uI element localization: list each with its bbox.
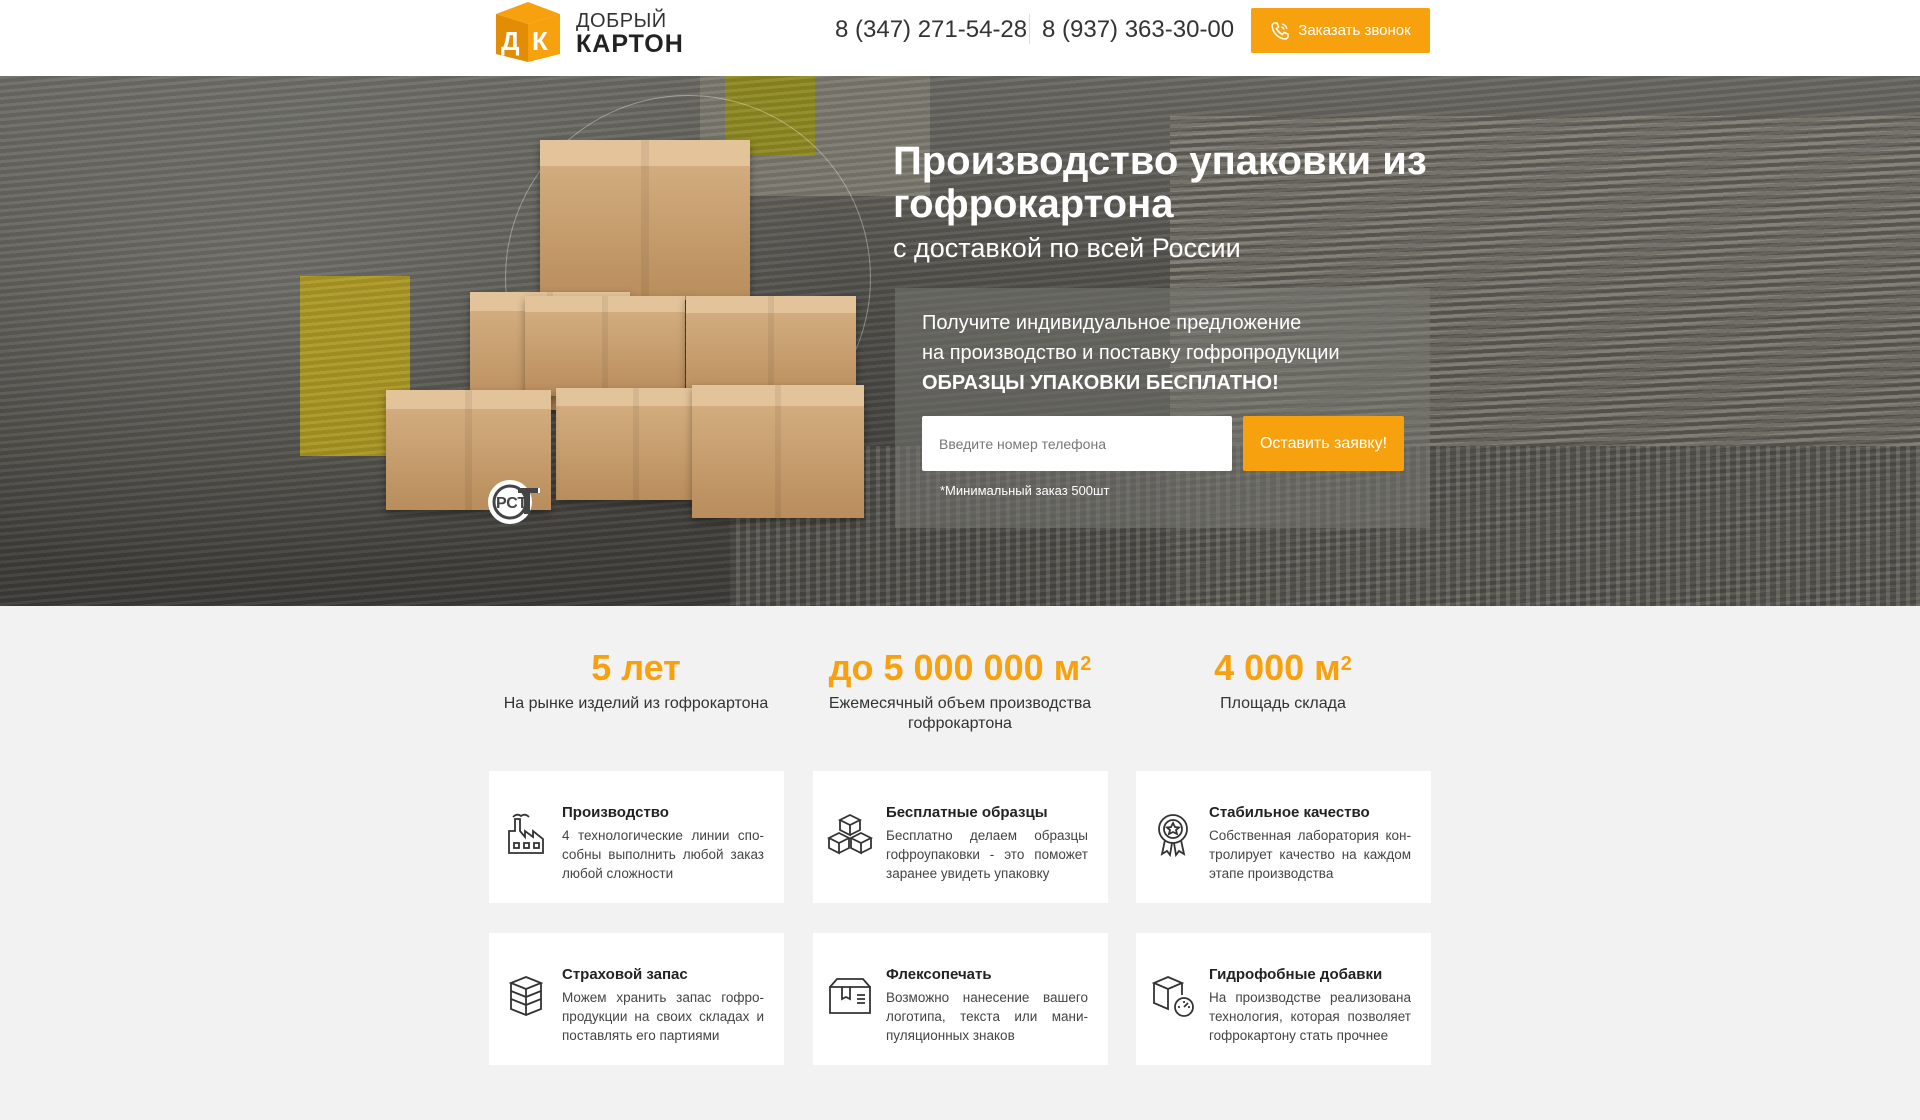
callback-button[interactable]: Заказать звонок	[1251, 8, 1430, 53]
phone-icon	[1271, 21, 1290, 40]
feature-title: Флексопечать	[886, 966, 992, 983]
box-image	[525, 296, 685, 396]
form-highlight-text: ОБРАЗЦЫ УПАКОВКИ БЕСПЛАТНО!	[922, 372, 1279, 394]
feature-title: Стабильное качество	[1209, 804, 1370, 821]
box-image	[692, 385, 864, 518]
stat-warehouse: 4 000 м2 Площадь склада	[1123, 646, 1443, 714]
feature-card-quality: Стабильное качество Собственная лаборато…	[1136, 771, 1431, 903]
feature-title: Гидрофобные добавки	[1209, 966, 1383, 983]
svg-text:К: К	[532, 26, 548, 56]
logo-text-bottom: КАРТОН	[576, 30, 684, 58]
feature-title: Страховой запас	[562, 966, 688, 983]
feature-card-production: Производство 4 технологические линии спо…	[489, 771, 784, 903]
page: Д К ДОБРЫЙ КАРТОН 8 (347) 271-54-28 8 (9…	[0, 0, 1920, 1120]
box-image	[540, 140, 750, 300]
stat-years: 5 лет На рынке изделий из гофрокартона	[476, 646, 796, 714]
feature-text: Собственная лаборатория кон-тролирует ка…	[1209, 828, 1411, 881]
hero-title: Производство упаковки из гофрокартона	[893, 139, 1427, 226]
stat-label: Площадь склада	[1220, 695, 1346, 712]
callback-label: Заказать звонок	[1298, 22, 1411, 39]
phone-number-1[interactable]: 8 (347) 271-54-28	[835, 16, 1027, 44]
feature-card-flexo: Флексопечать Возможно нанесение вашего л…	[813, 933, 1108, 1065]
quality-badge-icon	[1158, 814, 1188, 857]
stat-value: 4 000 м2	[1214, 647, 1352, 688]
logo[interactable]: Д К ДОБРЫЙ КАРТОН	[490, 0, 683, 62]
feature-text: Бесплатно делаем образцы гофроупаковки -…	[886, 828, 1088, 881]
feature-title: Производство	[562, 804, 669, 821]
svg-text:Д: Д	[501, 26, 520, 56]
logo-mark-icon: Д К	[496, 2, 560, 62]
form-text-line-1: Получите индивидуальное предложение	[922, 312, 1302, 334]
box-stack-icon	[508, 976, 544, 1016]
boxes-icon	[827, 813, 873, 855]
printed-box-icon	[829, 978, 871, 1014]
box-gauge-icon	[1151, 976, 1194, 1017]
phone-divider	[1029, 14, 1030, 44]
factory-icon	[508, 813, 544, 854]
feature-card-reserve: Страховой запас Можем хранить запас гофр…	[489, 933, 784, 1065]
min-order-note: *Минимальный заказ 500шт	[940, 483, 1110, 498]
form-text-line-2: на производство и поставку гофропродукци…	[922, 342, 1340, 364]
stat-label: Ежемесячный объем производства гофрокарт…	[828, 695, 1092, 732]
phone-input[interactable]	[922, 416, 1232, 471]
feature-text: На производстве реализована технология, …	[1209, 990, 1411, 1043]
stat-value: 5 лет	[591, 647, 681, 688]
feature-text: 4 технологические линии спо-собны выполн…	[562, 828, 764, 881]
stat-value: до 5 000 000 м2	[828, 647, 1092, 688]
certification-mark-icon: РСТ	[488, 480, 540, 524]
submit-request-button[interactable]: Оставить заявку!	[1243, 416, 1404, 471]
feature-text: Можем хранить запас гофро-продукции на с…	[562, 990, 764, 1043]
feature-text: Возможно нанесение вашего логотипа, текс…	[886, 990, 1088, 1043]
stat-label: На рынке изделий из гофрокартона	[503, 695, 769, 712]
feature-card-free-samples: Бесплатные образцы Бесплатно делаем обра…	[813, 771, 1108, 903]
phone-number-2[interactable]: 8 (937) 363-30-00	[1042, 16, 1234, 44]
hero-subtitle: с доставкой по всей России	[893, 233, 1241, 263]
stat-volume: до 5 000 000 м2 Ежемесячный объем произв…	[800, 646, 1120, 734]
feature-card-hydrophobic: Гидрофобные добавки На производстве реал…	[1136, 933, 1431, 1065]
svg-text:РСТ: РСТ	[496, 495, 527, 512]
feature-title: Бесплатные образцы	[886, 804, 1048, 821]
site-header: Д К ДОБРЫЙ КАРТОН 8 (347) 271-54-28 8 (9…	[0, 0, 1920, 76]
